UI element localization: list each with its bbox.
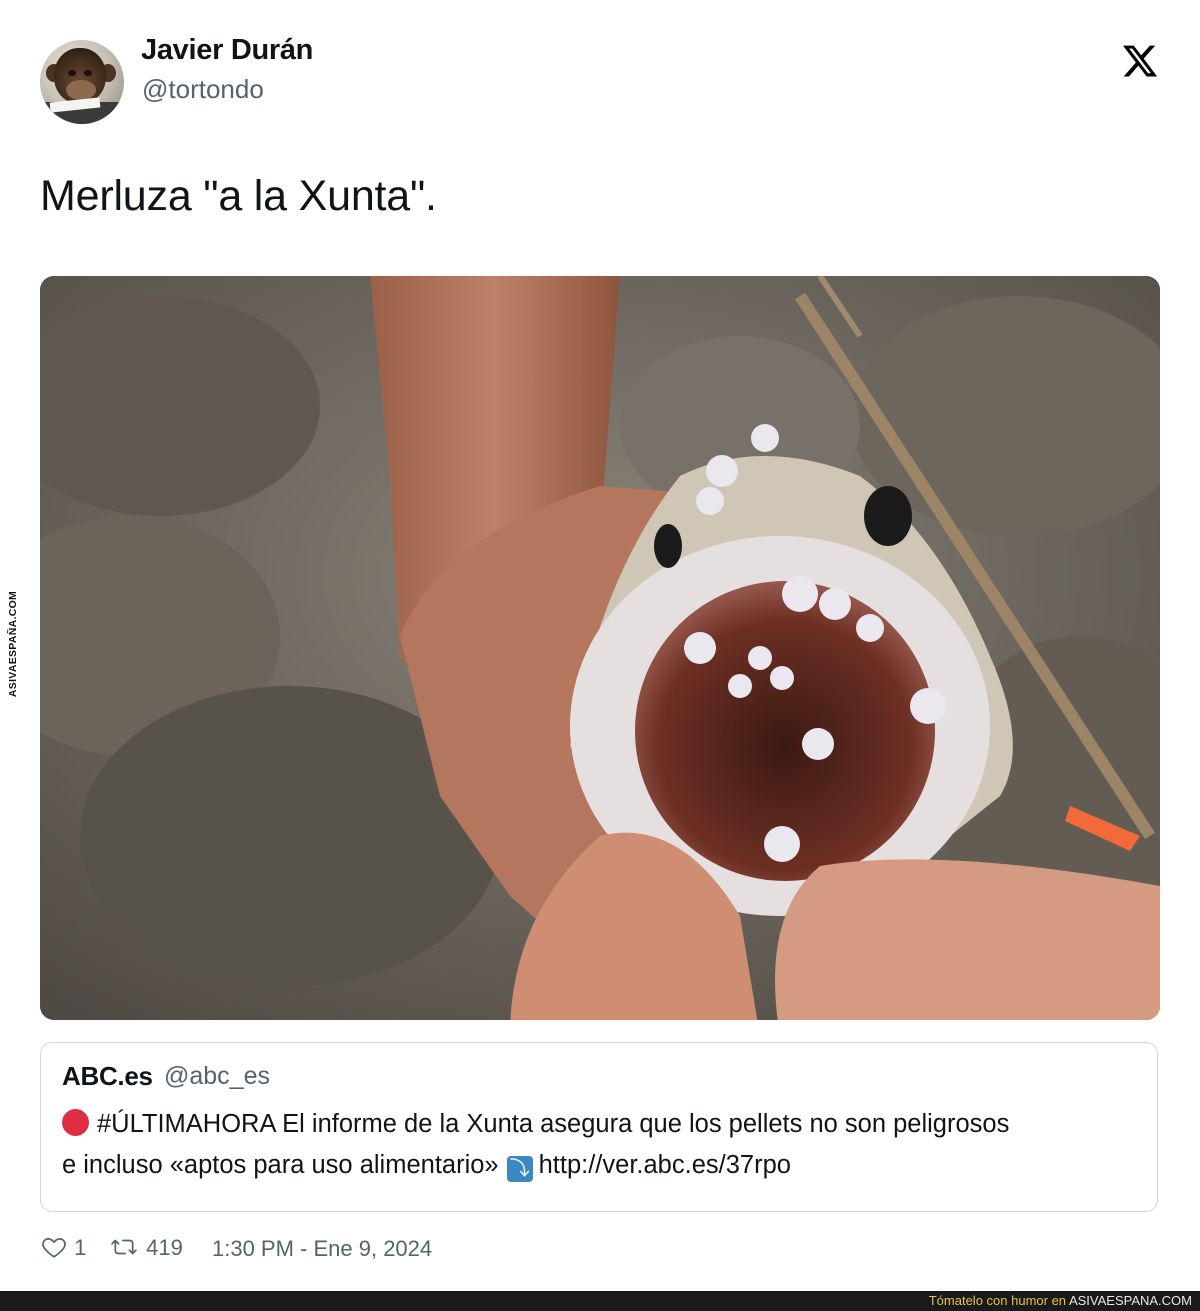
retweet-icon xyxy=(111,1239,137,1255)
footer-prefix: Tómatelo con humor en xyxy=(928,1293,1067,1308)
avatar-muzzle xyxy=(66,80,96,100)
author-handle[interactable]: @tortondo xyxy=(142,74,264,105)
quoted-text-line-1: #ÚLTIMAHORA El informe de la Xunta asegu… xyxy=(62,1109,1009,1139)
quoted-tweet-card[interactable]: ABC.es @abc_es #ÚLTIMAHORA El informe de… xyxy=(40,1042,1158,1212)
tweet-text: Merluza "a la Xunta". xyxy=(40,172,437,220)
x-logo-icon[interactable] xyxy=(1121,42,1159,80)
arrow-curving-down-icon: ⤵ xyxy=(506,1156,533,1182)
author-avatar[interactable] xyxy=(40,40,124,124)
quoted-text-continued: e incluso «aptos para uso alimentario» xyxy=(62,1151,499,1179)
avatar-eye xyxy=(68,70,76,76)
heart-icon xyxy=(42,1238,66,1258)
fish-photo-illustration xyxy=(40,276,1160,1020)
like-button[interactable]: 1 xyxy=(40,1234,86,1261)
author-name[interactable]: Javier Durán xyxy=(141,34,313,67)
tweet-photo[interactable] xyxy=(40,276,1160,1020)
retweet-button[interactable]: 419 xyxy=(108,1234,183,1261)
like-count: 1 xyxy=(74,1235,87,1260)
avatar-eye xyxy=(84,70,92,76)
footer-text: Tómatelo con humor en ASIVAESPANA.COM xyxy=(929,1293,1192,1308)
red-circle-icon xyxy=(62,1109,89,1136)
watermark-text: ASIVAESPAÑA.COM xyxy=(7,590,19,698)
tweet-timestamp[interactable]: 1:30 PM - Ene 9, 2024 xyxy=(212,1236,432,1262)
quoted-author-name[interactable]: ABC.es xyxy=(62,1061,153,1092)
quoted-text: #ÚLTIMAHORA El informe de la Xunta asegu… xyxy=(97,1110,1010,1138)
quoted-link[interactable]: http://ver.abc.es/37rpo xyxy=(539,1151,791,1179)
footer-site[interactable]: ASIVAESPANA.COM xyxy=(1069,1293,1192,1308)
footer-bar: Tómatelo con humor en ASIVAESPANA.COM xyxy=(0,1291,1200,1311)
retweet-count: 419 xyxy=(146,1235,183,1260)
quoted-text-line-2: e incluso «aptos para uso alimentario» ⤵ h… xyxy=(62,1151,791,1182)
quoted-author-handle[interactable]: @abc_es xyxy=(164,1062,270,1091)
side-watermark: ASIVAESPAÑA.COM xyxy=(0,584,26,704)
